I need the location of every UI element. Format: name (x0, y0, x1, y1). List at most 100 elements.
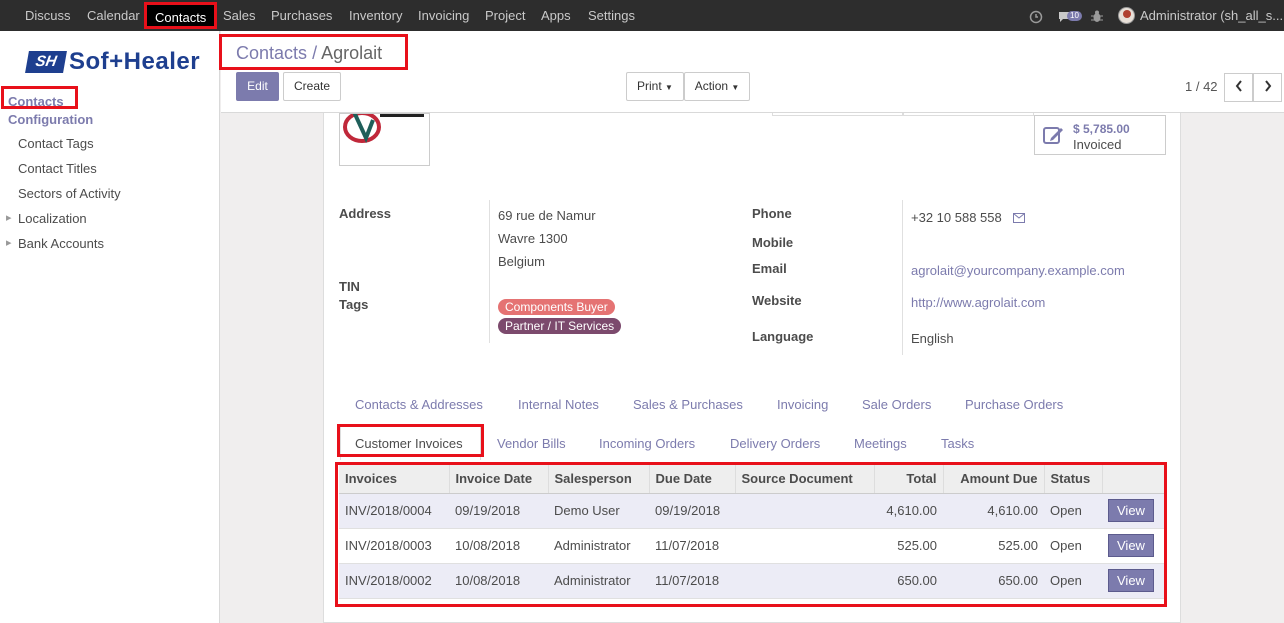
tab-incoming-orders[interactable]: Incoming Orders (599, 436, 695, 451)
edit-button[interactable]: Edit (236, 72, 279, 101)
sidebar-item-sectors[interactable]: Sectors of Activity (18, 186, 121, 201)
action-label: Action (694, 79, 729, 93)
invoiced-amount: $ 5,785.00 (1073, 122, 1130, 136)
source-document (735, 528, 874, 564)
table-row[interactable]: INV/2018/0002 10/08/2018 Administrator 1… (339, 563, 1165, 599)
print-label: Print (637, 79, 662, 93)
pager-previous-button[interactable] (1224, 73, 1253, 102)
sidebar-item-localization[interactable]: Localization (6, 211, 87, 226)
menu-project[interactable]: Project (485, 0, 525, 31)
tab-tasks[interactable]: Tasks (941, 436, 974, 451)
email-link[interactable]: agrolait@yourcompany.example.com (911, 263, 1125, 278)
sidebar-item-bank-accounts[interactable]: Bank Accounts (6, 236, 104, 251)
action-dropdown[interactable]: Action ▼ (684, 72, 750, 101)
due-date: 11/07/2018 (649, 563, 735, 599)
envelope-icon[interactable] (1013, 211, 1025, 226)
source-document (735, 563, 874, 599)
total: 650.00 (874, 563, 943, 599)
column-salesperson[interactable]: Salesperson (548, 465, 650, 494)
tab-vendor-bills[interactable]: Vendor Bills (497, 436, 566, 451)
sidebar-item-configuration[interactable]: Configuration (8, 112, 93, 127)
address-country: Belgium (498, 254, 545, 269)
view-button[interactable]: View (1108, 499, 1154, 522)
menu-apps[interactable]: Apps (541, 0, 571, 31)
column-due-date[interactable]: Due Date (649, 465, 736, 494)
tag-partner-it-services[interactable]: Partner / IT Services (498, 318, 622, 334)
tab-delivery-orders[interactable]: Delivery Orders (730, 436, 820, 451)
breadcrumb-separator: / (312, 43, 318, 63)
tab-meetings[interactable]: Meetings (854, 436, 907, 451)
menu-settings[interactable]: Settings (588, 0, 635, 31)
field-divider (902, 200, 903, 355)
status: Open (1044, 493, 1102, 529)
column-invoice-date[interactable]: Invoice Date (449, 465, 549, 494)
column-status[interactable]: Status (1044, 465, 1103, 494)
column-invoices[interactable]: Invoices (339, 465, 450, 494)
field-divider (489, 200, 490, 343)
salesperson: Administrator (548, 528, 649, 564)
language-value: English (911, 331, 954, 346)
customer-invoices-table: Invoices Invoice Date Salesperson Due Da… (339, 465, 1165, 599)
pager-next-button[interactable] (1253, 73, 1282, 102)
print-dropdown[interactable]: Print ▼ (626, 72, 684, 101)
clock-icon[interactable] (1029, 0, 1043, 31)
caret-down-icon: ▼ (731, 83, 740, 92)
view-button[interactable]: View (1108, 534, 1154, 557)
tab-sales-purchases[interactable]: Sales & Purchases (633, 397, 743, 412)
invoiced-stat-button[interactable]: $ 5,785.00 Invoiced (1034, 115, 1166, 155)
invoice-date: 09/19/2018 (449, 493, 548, 529)
menu-contacts[interactable]: Contacts (144, 2, 218, 29)
action-cell: View (1102, 493, 1165, 529)
table-row[interactable]: INV/2018/0004 09/19/2018 Demo User 09/19… (339, 493, 1165, 529)
menu-sales[interactable]: Sales (223, 0, 256, 31)
invoiced-label: Invoiced (1073, 137, 1122, 152)
partner-logo-image[interactable] (339, 113, 430, 166)
chevron-right-icon (1264, 80, 1271, 92)
view-button[interactable]: View (1108, 569, 1154, 592)
user-avatar[interactable] (1118, 7, 1135, 24)
amount-due: 4,610.00 (943, 493, 1044, 529)
phone-value: +32 10 588 558 (911, 210, 1002, 225)
tag-components-buyer[interactable]: Components Buyer (498, 299, 615, 315)
column-source-document[interactable]: Source Document (735, 465, 875, 494)
phone-label: Phone (752, 206, 792, 221)
breadcrumb-current: Agrolait (321, 43, 383, 63)
mobile-label: Mobile (752, 235, 794, 250)
tab-sale-orders[interactable]: Sale Orders (862, 397, 931, 412)
tab-invoicing[interactable]: Invoicing (777, 397, 828, 412)
logo-text: Sof+Healer (69, 48, 201, 75)
column-total[interactable]: Total (874, 465, 944, 494)
create-button[interactable]: Create (283, 72, 341, 101)
menu-inventory[interactable]: Inventory (349, 0, 402, 31)
table-row[interactable]: INV/2018/0003 10/08/2018 Administrator 1… (339, 528, 1165, 564)
menu-calendar[interactable]: Calendar (87, 0, 140, 31)
tab-internal-notes[interactable]: Internal Notes (518, 397, 599, 412)
invoice-number: INV/2018/0002 (339, 563, 449, 599)
user-menu[interactable]: Administrator (sh_all_s... (1140, 0, 1283, 31)
website-link[interactable]: http://www.agrolait.com (911, 295, 1045, 310)
email-label: Email (752, 261, 787, 276)
salesperson: Demo User (548, 493, 649, 529)
invoice-date: 10/08/2018 (449, 528, 548, 564)
tab-purchase-orders[interactable]: Purchase Orders (965, 397, 1063, 412)
messages-count-badge: 10 (1067, 11, 1082, 21)
invoice-date: 10/08/2018 (449, 563, 548, 599)
menu-discuss[interactable]: Discuss (25, 0, 71, 31)
sidebar-item-contact-tags[interactable]: Contact Tags (18, 136, 94, 151)
pager-value[interactable]: 1 / 42 (1185, 79, 1218, 94)
top-navbar: Discuss Calendar Contacts Sales Purchase… (0, 0, 1284, 31)
action-cell: View (1102, 528, 1165, 564)
sidebar-item-contact-titles[interactable]: Contact Titles (18, 161, 97, 176)
tab-customer-invoices[interactable]: Customer Invoices (355, 436, 463, 451)
due-date: 09/19/2018 (649, 493, 735, 529)
website-label: Website (752, 293, 802, 308)
menu-purchases[interactable]: Purchases (271, 0, 332, 31)
column-amount-due[interactable]: Amount Due (943, 465, 1045, 494)
due-date: 11/07/2018 (649, 528, 735, 564)
breadcrumb-parent[interactable]: Contacts (236, 43, 307, 63)
address-city: Wavre 1300 (498, 231, 568, 246)
bug-icon[interactable] (1091, 0, 1103, 31)
language-label: Language (752, 329, 814, 344)
menu-invoicing[interactable]: Invoicing (418, 0, 469, 31)
tab-contacts-addresses[interactable]: Contacts & Addresses (355, 397, 483, 412)
